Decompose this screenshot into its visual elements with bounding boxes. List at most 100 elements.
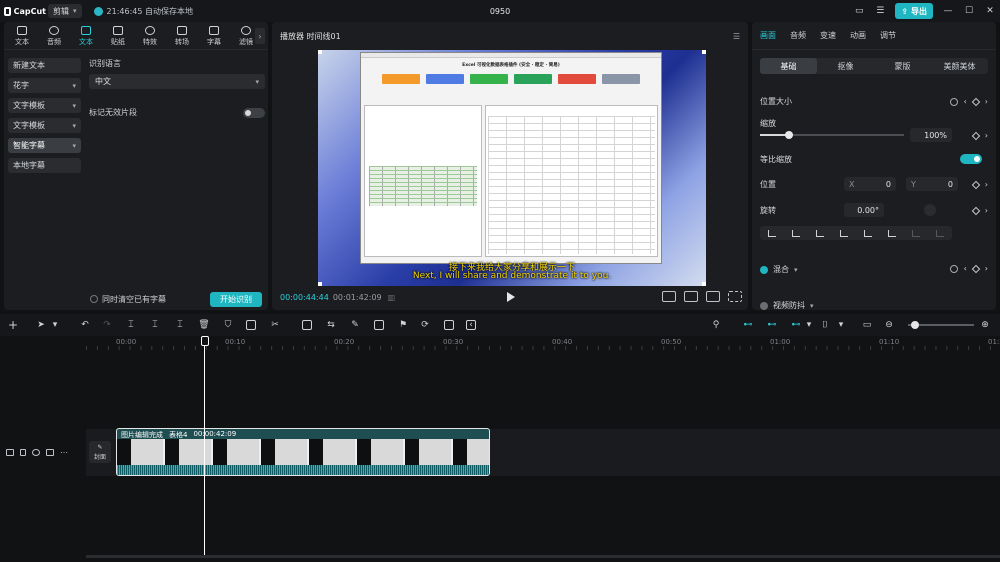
playhead[interactable] (204, 345, 205, 555)
zoom-in-icon[interactable]: ⊕ (980, 320, 990, 330)
align-bottom-icon[interactable] (888, 229, 896, 237)
tool-tab-4[interactable]: 特效 (134, 23, 166, 49)
start-recognition-button[interactable]: 开始识别 (210, 291, 262, 307)
crop-icon[interactable] (246, 320, 256, 330)
align-left-icon[interactable] (768, 229, 776, 237)
comment-icon[interactable]: ▭ (862, 320, 872, 330)
rotate-icon[interactable]: ⟳ (420, 320, 430, 330)
minimize-icon[interactable]: — (942, 5, 954, 17)
layout-icon[interactable]: ▭ (853, 5, 865, 17)
delete-icon[interactable]: 🗑 (198, 320, 209, 330)
timeline-ruler[interactable]: 00:00 00:10 00:20 00:30 00:40 00:50 01:00 01:10… (86, 336, 1000, 350)
timeline-mode-icon[interactable]: ▥ (388, 293, 396, 302)
chevron-down-icon[interactable]: ▾ (804, 320, 814, 330)
audio-icon[interactable] (46, 449, 54, 456)
reverse-icon[interactable]: ⇆ (326, 320, 336, 330)
clear-subtitles-option[interactable]: 同时清空已有字幕 (90, 294, 166, 305)
chevron-left-icon[interactable]: ‹ (466, 320, 476, 330)
add-icon[interactable]: + (8, 318, 18, 332)
preview-axis-icon[interactable]: ⌷ (820, 320, 830, 330)
keyframe-icon[interactable] (971, 180, 981, 189)
speed-icon[interactable]: ⚑ (398, 320, 408, 330)
keyframe-icon[interactable] (971, 206, 981, 215)
inspector-tab[interactable]: 画面 (760, 30, 776, 41)
scale-slider-knob[interactable] (784, 131, 793, 139)
main-menu-button[interactable]: 剪辑 ▾ (48, 4, 82, 18)
track-cover-icon[interactable] (6, 449, 14, 456)
inspector-tab[interactable]: 动画 (850, 30, 866, 41)
mirror-icon[interactable] (374, 320, 384, 330)
tool-tab-1[interactable]: 音频 (38, 23, 70, 49)
export-button[interactable]: ⇪ 导出 (895, 3, 933, 19)
inspector-tab[interactable]: 音频 (790, 30, 806, 41)
rotation-dial-icon[interactable] (924, 204, 936, 216)
chevron-right-icon[interactable]: › (985, 131, 988, 140)
inspector-sub-tab[interactable]: 蒙版 (874, 58, 931, 74)
position-y-input[interactable]: Y 0 (906, 177, 958, 191)
category-item[interactable]: 文字模板 ▾ (8, 98, 81, 113)
clear-subtitles-checkbox[interactable] (90, 295, 98, 303)
inspector-tab[interactable]: 调节 (880, 30, 896, 41)
chevron-down-icon[interactable]: ▾ (836, 320, 846, 330)
mark-invalid-toggle[interactable] (243, 107, 265, 118)
language-select[interactable]: 中文 ▾ (89, 74, 265, 89)
play-icon[interactable] (507, 292, 515, 302)
scale-slider[interactable] (760, 131, 904, 139)
maximize-icon[interactable]: ☐ (963, 5, 975, 17)
stabilize-section[interactable]: 视频防抖 ▾ (760, 300, 988, 310)
zoom-slider-knob[interactable] (911, 321, 919, 329)
freeze-icon[interactable] (302, 320, 312, 330)
menu-icon[interactable]: ☰ (733, 32, 740, 41)
edit-icon[interactable]: ✎ (350, 320, 360, 330)
category-item[interactable]: 新建文本 (8, 58, 81, 73)
align-middle-icon[interactable] (864, 229, 872, 237)
eye-icon[interactable] (32, 449, 40, 456)
auto-cut-icon[interactable]: ✂ (270, 320, 280, 330)
inspector-sub-tab[interactable]: 抠像 (817, 58, 874, 74)
keyframe-icon[interactable] (971, 97, 981, 106)
rotation-input[interactable]: 0.00° (844, 203, 884, 217)
close-icon[interactable]: ✕ (984, 5, 996, 17)
stabilize-enabled-icon[interactable] (760, 301, 768, 310)
chevron-down-icon[interactable]: ▾ (50, 320, 60, 330)
video-clip[interactable]: 图片编辑完成 表格4 00:00:42:09 (116, 428, 490, 476)
split-icon[interactable]: ⌶ (126, 320, 136, 330)
inspector-sub-tab[interactable]: 美颜美体 (931, 58, 988, 74)
zoom-slider[interactable] (908, 321, 974, 329)
category-item[interactable]: 智能字幕 ▾ (8, 138, 81, 153)
crop-handle[interactable] (702, 50, 706, 54)
category-item[interactable]: 本地字幕 (8, 158, 81, 173)
shield-icon[interactable]: ⛉ (223, 320, 233, 330)
blend-enabled-icon[interactable] (760, 265, 768, 274)
quality-icon[interactable] (706, 291, 720, 302)
lock-icon[interactable] (20, 449, 26, 456)
align-center-icon[interactable] (792, 229, 800, 237)
auto-snap-icon[interactable]: ⊷ (764, 320, 780, 330)
timeline-scrollbar[interactable] (86, 555, 1000, 558)
tool-tab-6[interactable]: 字幕 (198, 23, 230, 49)
split-left-icon[interactable]: ⌶ (150, 320, 160, 330)
linkage-icon[interactable]: ⊷ (788, 320, 804, 330)
select-cursor-icon[interactable]: ➤ (36, 320, 46, 330)
uniform-scale-toggle[interactable] (960, 154, 982, 164)
fullscreen-icon[interactable] (728, 291, 742, 302)
crop-handle[interactable] (318, 50, 322, 54)
more-icon[interactable]: ⋯ (60, 448, 68, 457)
inspector-tab[interactable]: 变速 (820, 30, 836, 41)
main-track-magnet-icon[interactable]: ⊷ (740, 320, 756, 330)
tool-tab-5[interactable]: 转场 (166, 23, 198, 49)
align-top-icon[interactable] (840, 229, 848, 237)
keyframe-icon[interactable] (971, 264, 981, 273)
category-item[interactable]: 花字 ▾ (8, 78, 81, 93)
redo-icon[interactable]: ↷ (102, 320, 112, 330)
chevron-right-icon[interactable]: › (985, 264, 988, 273)
chevron-left-icon[interactable]: ‹ (964, 97, 967, 106)
undo-icon[interactable]: ↶ (80, 320, 90, 330)
position-x-input[interactable]: X 0 (844, 177, 896, 191)
tool-tab-3[interactable]: 贴纸 (102, 23, 134, 49)
chevron-right-icon[interactable]: › (985, 206, 988, 215)
mic-icon[interactable]: ⚲ (711, 320, 721, 330)
chevron-right-icon[interactable]: › (985, 97, 988, 106)
chevron-left-icon[interactable]: ‹ (964, 264, 967, 273)
inspector-sub-tab[interactable]: 基础 (760, 58, 817, 74)
